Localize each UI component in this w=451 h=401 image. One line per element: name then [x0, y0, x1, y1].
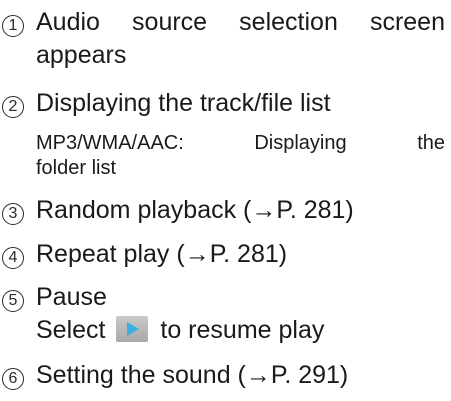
item-number: 5 [2, 290, 24, 312]
instruction-list: 1 Audio source selection screen appears … [0, 0, 451, 401]
item-text-line: Select to resume play [36, 314, 445, 347]
select-word: Select [36, 316, 106, 344]
item-text-line: Audio source selection screen [36, 8, 445, 36]
item-number: 3 [2, 203, 24, 225]
item-text: Random playback (→P. 281) [36, 196, 354, 224]
item-note-line: MP3/WMA/AAC: Displaying the [36, 132, 445, 154]
item-number: 1 [2, 15, 24, 37]
item-number: 4 [2, 247, 24, 269]
item-text: Pause Select to resume play [36, 281, 445, 347]
item-text: Displaying the track/file list [36, 89, 331, 117]
play-icon [116, 316, 149, 343]
item-number: 2 [2, 96, 24, 118]
item-text: Setting the sound (→P. 291) [36, 361, 349, 389]
item-note: MP3/WMA/AAC: Displaying the folder list [36, 131, 445, 181]
item-text-line: appears [36, 41, 127, 69]
item-note-line: folder list [36, 157, 117, 179]
item-text: Audio source selection screen appears [36, 6, 445, 72]
item-text: Repeat play (→P. 281) [36, 240, 288, 268]
resume-text: to resume play [160, 316, 325, 344]
item-text-line: Pause [36, 283, 107, 311]
item-number: 6 [2, 368, 24, 390]
